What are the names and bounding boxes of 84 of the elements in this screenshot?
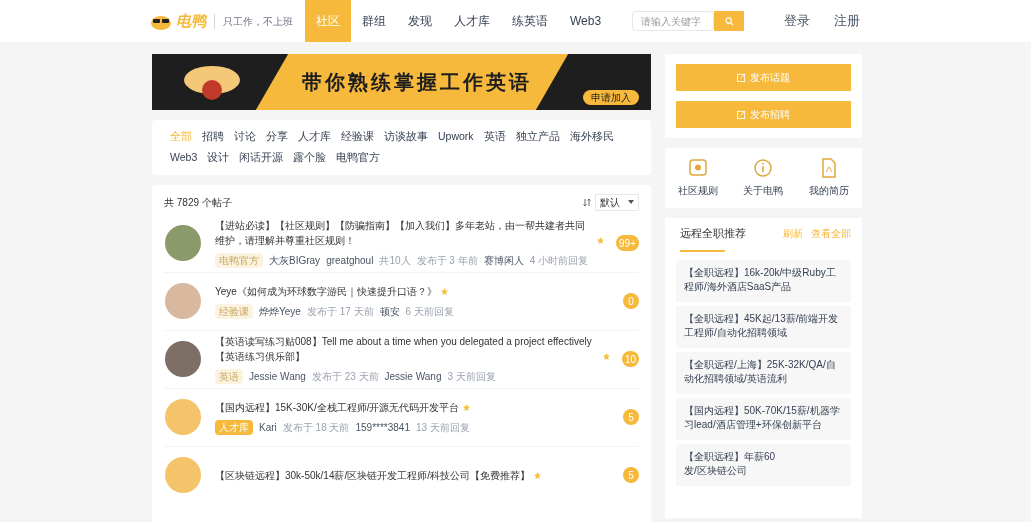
author-name[interactable]: 大灰BIGray bbox=[269, 253, 321, 268]
caret-icon bbox=[628, 200, 634, 204]
category-link[interactable]: 独立产品 bbox=[515, 129, 560, 145]
avatar-photo-placeholder bbox=[165, 399, 201, 435]
shortcut-link[interactable]: 我的简历 bbox=[809, 183, 850, 198]
author-name[interactable]: Kari bbox=[259, 419, 277, 435]
search-field[interactable]: 请输入关键字 bbox=[632, 11, 714, 31]
slogan: 只工作，不上班 bbox=[214, 13, 293, 29]
star-icon bbox=[463, 403, 471, 411]
nav-tab[interactable]: 群组 bbox=[351, 0, 397, 42]
category-link[interactable]: 分享 bbox=[266, 129, 288, 145]
category-link[interactable]: 招聘 bbox=[202, 129, 224, 145]
author-name[interactable]: Jessie Wang bbox=[249, 369, 306, 384]
category-link[interactable]: 英语 bbox=[483, 129, 506, 145]
post-count: 共 7829 个帖子 bbox=[164, 195, 232, 210]
post-time: 发布于 3 年前 bbox=[416, 254, 478, 268]
avatar-photo-placeholder bbox=[165, 341, 201, 377]
category-link[interactable]: 设计 bbox=[207, 149, 230, 166]
shortcut-link[interactable]: 关于电鸭 bbox=[743, 183, 784, 198]
category-link[interactable]: 闲话开源 bbox=[239, 149, 284, 166]
post-title[interactable]: 【进站必读】【社区规则】【防骗指南】【加入我们】多年老站，由一帮共建者共同维护，请理解并尊重社区规则！ bbox=[215, 218, 594, 248]
post-time: 发布于 18 天前 bbox=[282, 420, 350, 435]
post-time: 发布于 23 天前 bbox=[311, 370, 379, 384]
reply-count-badge: 10 bbox=[621, 351, 639, 367]
star-icon bbox=[602, 353, 610, 360]
author-name[interactable]: greatghoul bbox=[326, 253, 374, 268]
edit-icon bbox=[737, 73, 746, 82]
avatar-photo-placeholder bbox=[165, 283, 201, 319]
reply-count-badge: 0 bbox=[623, 293, 639, 309]
sort-dropdown[interactable]: 默认 bbox=[595, 193, 639, 211]
category-link[interactable]: 经验课 bbox=[341, 129, 374, 145]
banner-headline: 带你熟练掌握工作英语 bbox=[302, 70, 532, 95]
category-link[interactable]: 访谈故事 bbox=[384, 129, 428, 145]
nav-tab[interactable]: Web3 bbox=[559, 0, 613, 42]
post-title[interactable]: 【英语读写练习贴008】Tell me about a time when you delegated a project effectively【英语练习俱乐部】 bbox=[215, 334, 599, 364]
recommend-item[interactable]: 【全职远程】45K起/13薪/前端开发工程师/自动化招聘领域 bbox=[676, 305, 851, 348]
recommend-title: 远程全职推荐 bbox=[679, 226, 746, 241]
nav-tab[interactable]: 人才库 bbox=[443, 0, 501, 42]
category-link[interactable]: Web3 bbox=[170, 149, 198, 166]
recommend-item[interactable]: 【全职远程/上海】25K-32K/QA/自动化招聘领域/英语流利 bbox=[676, 351, 851, 394]
promo-banner[interactable]: 带你熟练掌握工作英语 申请加入 bbox=[152, 54, 651, 110]
post-title[interactable]: Yeye《如何成为环球数字游民｜快速提升口语？》 bbox=[215, 283, 437, 299]
join-button[interactable]: 申请加入 bbox=[583, 90, 639, 105]
star-icon bbox=[597, 237, 605, 244]
reply-count-badge: 5 bbox=[623, 467, 639, 483]
search-button[interactable] bbox=[714, 11, 744, 31]
avatar-photo-placeholder bbox=[165, 225, 201, 261]
recommend-item[interactable]: 【全职远程】16k-20k/中级Ruby工程师/海外酒店SaaS产品 bbox=[676, 259, 851, 302]
category-link[interactable]: 讨论 bbox=[234, 129, 256, 145]
replier-name[interactable]: 顿安 bbox=[379, 303, 400, 319]
participant-count: 共10人 bbox=[379, 254, 411, 268]
recommend-item[interactable]: 【全职远程】年薪60 发/区块链公司 bbox=[676, 443, 851, 486]
nav-tab[interactable]: 练英语 bbox=[501, 0, 559, 42]
category-link[interactable]: 露个脸 bbox=[293, 149, 327, 166]
reply-time: 4 小时前回复 bbox=[529, 254, 588, 268]
author-name[interactable]: 烨烨Yeye bbox=[259, 303, 301, 319]
replier-name[interactable]: 159****3841 bbox=[355, 419, 410, 435]
post-title[interactable]: 【区块链远程】30k-50k/14薪/区块链开发工程师/科技公司【免费推荐】 bbox=[215, 467, 531, 483]
replier-name[interactable]: Jessie Wang bbox=[384, 369, 442, 384]
post-title[interactable]: 【国内远程】15K-30K/全栈工程师/开源无代码开发平台 bbox=[215, 399, 460, 415]
recommend-item[interactable]: 【国内远程】50K-70K/15薪/机器学习lead/酒店管理+环保创新平台 bbox=[676, 397, 851, 440]
search-icon bbox=[724, 16, 734, 26]
category-link[interactable]: 海外移民 bbox=[569, 129, 614, 145]
reply-time: 6 天前回复 bbox=[405, 304, 454, 319]
edit-icon bbox=[737, 110, 746, 119]
star-icon bbox=[440, 287, 448, 295]
category-link[interactable]: 人才库 bbox=[298, 129, 331, 145]
login-link[interactable]: 登录 bbox=[784, 11, 810, 31]
register-link[interactable]: 注册 bbox=[834, 11, 860, 31]
reply-time: 13 天前回复 bbox=[416, 420, 470, 435]
sort-icon bbox=[583, 197, 591, 207]
nav-tab[interactable]: 发现 bbox=[397, 0, 443, 42]
shortcut-link[interactable]: 社区规则 bbox=[677, 183, 718, 198]
post-time: 发布于 17 天前 bbox=[306, 304, 374, 319]
replier-name[interactable]: 赛博闲人 bbox=[483, 253, 524, 268]
reply-time: 3 天前回复 bbox=[447, 370, 496, 384]
reply-count-badge: 5 bbox=[623, 409, 639, 425]
title-underline bbox=[680, 249, 725, 252]
category-link[interactable]: Upwork bbox=[438, 129, 474, 145]
reply-count-badge: 99+ bbox=[616, 235, 639, 251]
avatar-photo-placeholder bbox=[165, 457, 201, 493]
star-icon bbox=[534, 471, 542, 479]
category-link[interactable]: 电鸭官方 bbox=[336, 149, 381, 166]
info-icon[interactable] bbox=[753, 158, 774, 178]
